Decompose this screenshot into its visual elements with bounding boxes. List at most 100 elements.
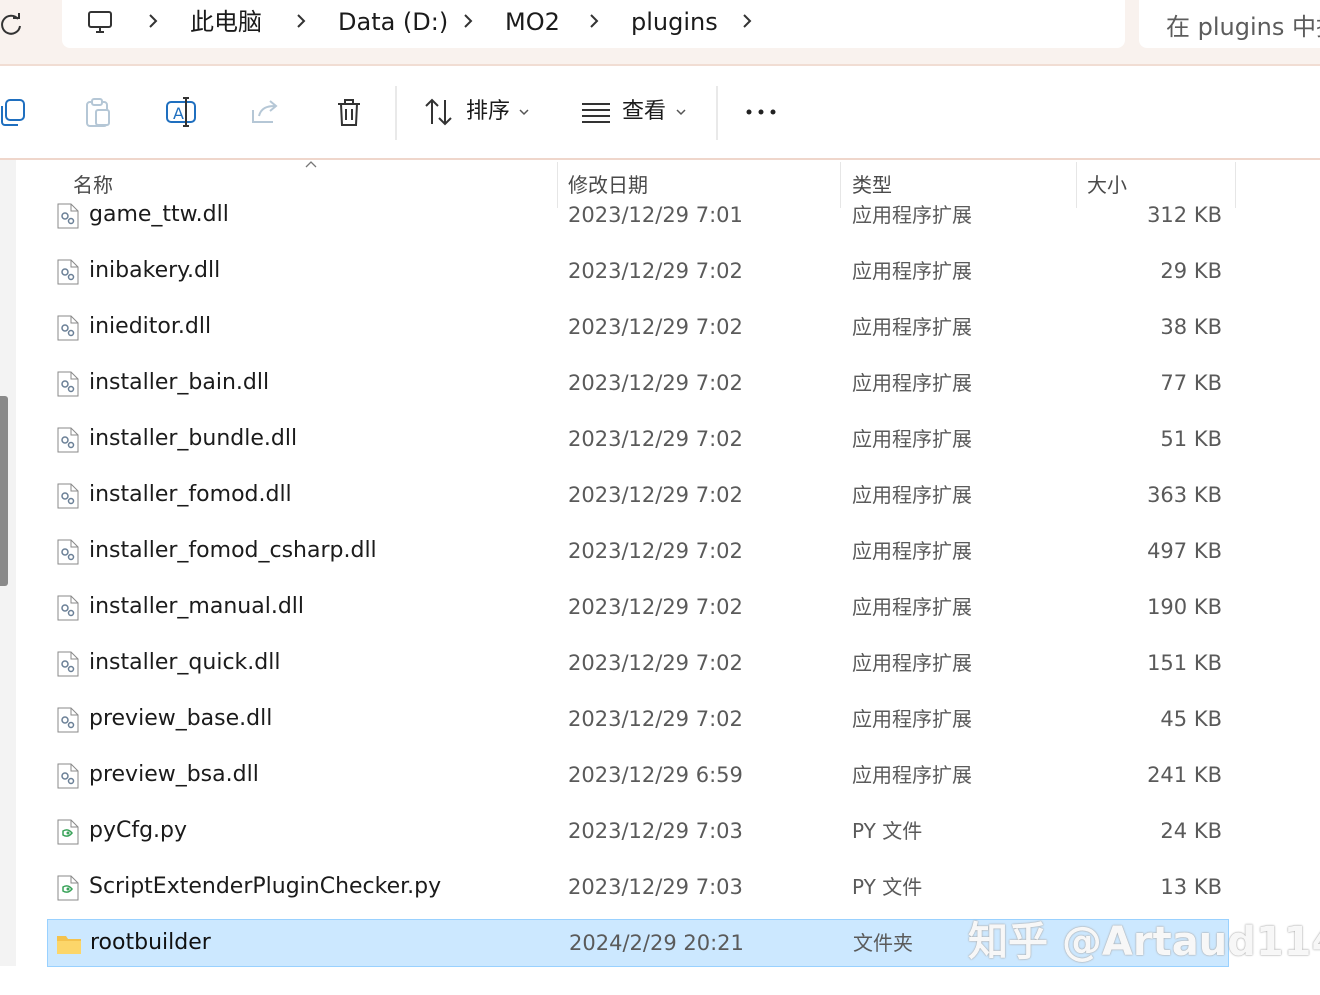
file-type: 应用程序扩展: [852, 483, 972, 507]
view-button[interactable]: 查看: [622, 96, 666, 128]
column-header-date[interactable]: 修改日期: [568, 170, 648, 200]
share-icon[interactable]: [249, 96, 281, 128]
more-options-icon[interactable]: [745, 96, 777, 128]
file-name: game_ttw.dll: [89, 202, 229, 227]
command-bar: A 排序 查看: [0, 66, 1320, 160]
refresh-icon[interactable]: [0, 12, 24, 36]
file-date: 2023/12/29 7:02: [568, 595, 743, 619]
dll-file-icon: [57, 483, 79, 509]
list-item[interactable]: installer_manual.dll 2023/12/29 7:02 应用程…: [47, 584, 1229, 632]
list-item[interactable]: installer_bundle.dll 2023/12/29 7:02 应用程…: [47, 416, 1229, 464]
sort-ascending-icon: [305, 161, 317, 168]
dll-file-icon: [57, 315, 79, 341]
file-size: 312 KB: [1147, 203, 1222, 227]
list-item[interactable]: installer_fomod.dll 2023/12/29 7:02 应用程序…: [47, 472, 1229, 520]
view-list-icon[interactable]: [580, 96, 612, 128]
file-date: 2023/12/29 7:03: [568, 819, 743, 843]
dll-file-icon: [57, 259, 79, 285]
file-size: 77 KB: [1160, 371, 1222, 395]
column-divider[interactable]: [840, 162, 841, 208]
list-item[interactable]: installer_fomod_csharp.dll 2023/12/29 7:…: [47, 528, 1229, 576]
file-type: 应用程序扩展: [852, 259, 972, 283]
svg-text:A: A: [173, 104, 184, 123]
chevron-right-icon[interactable]: [294, 10, 308, 32]
dll-file-icon: [57, 707, 79, 733]
file-name: installer_bundle.dll: [89, 426, 298, 451]
file-type: PY 文件: [852, 875, 923, 899]
breadcrumb-item-data-drive[interactable]: Data (D:): [338, 6, 448, 38]
rename-icon[interactable]: A: [165, 96, 197, 128]
dll-file-icon: [57, 763, 79, 789]
dll-file-icon: [57, 539, 79, 565]
column-divider[interactable]: [557, 162, 558, 208]
file-size: 24 KB: [1160, 819, 1222, 843]
file-type: 应用程序扩展: [852, 707, 972, 731]
file-date: 2023/12/29 7:02: [568, 259, 743, 283]
toolbar-divider: [395, 86, 397, 140]
file-name: ScriptExtenderPluginChecker.py: [89, 874, 442, 899]
file-size: 241 KB: [1147, 763, 1222, 787]
paste-icon[interactable]: [82, 96, 114, 128]
file-type: 应用程序扩展: [852, 651, 972, 675]
file-list: game_ttw.dll 2023/12/29 7:01 应用程序扩展 312 …: [0, 188, 1320, 978]
file-date: 2023/12/29 7:02: [568, 483, 743, 507]
sort-icon[interactable]: [423, 96, 455, 128]
file-date: 2023/12/29 6:59: [568, 763, 743, 787]
file-type: 应用程序扩展: [852, 371, 972, 395]
file-name: inieditor.dll: [89, 314, 212, 339]
column-divider[interactable]: [1076, 162, 1077, 208]
file-name: pyCfg.py: [89, 818, 188, 843]
chevron-right-icon[interactable]: [461, 10, 475, 32]
file-type: 应用程序扩展: [852, 595, 972, 619]
toolbar-divider: [716, 86, 718, 140]
file-date: 2023/12/29 7:02: [568, 707, 743, 731]
file-name: installer_quick.dll: [89, 650, 281, 675]
chevron-down-icon[interactable]: [675, 108, 687, 116]
dll-file-icon: [57, 595, 79, 621]
chevron-right-icon[interactable]: [587, 10, 601, 32]
file-date: 2024/2/29 20:21: [569, 931, 744, 955]
file-size: 190 KB: [1147, 595, 1222, 619]
delete-icon[interactable]: [333, 96, 365, 128]
breadcrumb[interactable]: 此电脑 Data (D:) MO2 plugins: [62, 0, 1125, 48]
column-divider[interactable]: [1235, 162, 1236, 208]
chevron-down-icon[interactable]: [518, 108, 530, 116]
breadcrumb-item-mo2[interactable]: MO2: [505, 6, 560, 38]
file-size: 363 KB: [1147, 483, 1222, 507]
dll-file-icon: [57, 371, 79, 397]
column-header-type[interactable]: 类型: [852, 170, 892, 200]
column-header-name[interactable]: 名称: [73, 170, 113, 200]
dll-file-icon: [57, 651, 79, 677]
list-item[interactable]: preview_base.dll 2023/12/29 7:02 应用程序扩展 …: [47, 696, 1229, 744]
file-date: 2023/12/29 7:03: [568, 875, 743, 899]
list-item[interactable]: installer_bain.dll 2023/12/29 7:02 应用程序扩…: [47, 360, 1229, 408]
list-item[interactable]: inibakery.dll 2023/12/29 7:02 应用程序扩展 29 …: [47, 248, 1229, 296]
dll-file-icon: [57, 427, 79, 453]
file-size: 13 KB: [1160, 875, 1222, 899]
file-type: 应用程序扩展: [852, 427, 972, 451]
chevron-right-icon[interactable]: [740, 10, 754, 32]
list-item[interactable]: ScriptExtenderPluginChecker.py 2023/12/2…: [47, 864, 1229, 912]
list-item[interactable]: installer_quick.dll 2023/12/29 7:02 应用程序…: [47, 640, 1229, 688]
folder-icon: [57, 936, 81, 954]
file-name: preview_bsa.dll: [89, 762, 259, 787]
file-size: 151 KB: [1147, 651, 1222, 675]
file-type: 文件夹: [853, 931, 913, 955]
file-size: 45 KB: [1160, 707, 1222, 731]
column-header-size[interactable]: 大小: [1087, 170, 1127, 200]
this-pc-icon[interactable]: [86, 8, 114, 36]
list-item[interactable]: preview_bsa.dll 2023/12/29 6:59 应用程序扩展 2…: [47, 752, 1229, 800]
list-item[interactable]: inieditor.dll 2023/12/29 7:02 应用程序扩展 38 …: [47, 304, 1229, 352]
chevron-right-icon[interactable]: [146, 10, 160, 32]
sort-button[interactable]: 排序: [466, 96, 510, 128]
search-placeholder: 在 plugins 中搜: [1166, 13, 1320, 41]
file-size: 497 KB: [1147, 539, 1222, 563]
list-item[interactable]: pyCfg.py 2023/12/29 7:03 PY 文件 24 KB: [47, 808, 1229, 856]
copy-icon[interactable]: [0, 96, 32, 128]
search-input[interactable]: 在 plugins 中搜: [1139, 0, 1320, 48]
breadcrumb-item-this-pc[interactable]: 此电脑: [190, 6, 262, 38]
file-type: 应用程序扩展: [852, 763, 972, 787]
file-size: 51 KB: [1160, 427, 1222, 451]
breadcrumb-item-plugins[interactable]: plugins: [631, 6, 718, 38]
file-name: preview_base.dll: [89, 706, 273, 731]
